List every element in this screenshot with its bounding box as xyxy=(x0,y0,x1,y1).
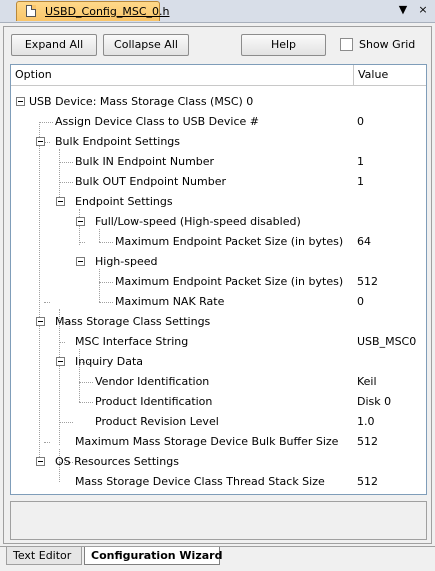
tree-row-thread-stack-size[interactable]: Mass Storage Device Class Thread Stack S… xyxy=(11,472,426,492)
tab-dropdown-icon[interactable]: ▼ xyxy=(396,3,410,16)
description-box xyxy=(10,501,427,540)
option-value[interactable]: 512 xyxy=(357,435,378,448)
option-value[interactable]: USB_MSC0 xyxy=(357,335,416,348)
option-label: Product Revision Level xyxy=(95,415,219,428)
header-file-icon xyxy=(26,5,36,17)
option-value[interactable]: 512 xyxy=(357,275,378,288)
show-grid-label: Show Grid xyxy=(359,38,416,51)
close-icon[interactable]: × xyxy=(416,3,430,16)
option-label: Vendor Identification xyxy=(95,375,210,388)
tree-row-high-speed[interactable]: High-speed xyxy=(11,252,426,272)
option-value[interactable]: 1 xyxy=(357,155,364,168)
tree-row-product-identification[interactable]: Product Identification Disk 0 xyxy=(11,392,426,412)
tree-row-bulk-out-endpoint[interactable]: Bulk OUT Endpoint Number 1 xyxy=(11,172,426,192)
tab-text-editor[interactable]: Text Editor xyxy=(6,547,82,565)
option-value[interactable]: 512 xyxy=(357,475,378,488)
tree-row-mass-storage-class-settings[interactable]: Mass Storage Class Settings xyxy=(11,312,426,332)
option-value[interactable]: Disk 0 xyxy=(357,395,391,408)
option-label: Inquiry Data xyxy=(75,355,144,368)
tree-header: Option Value xyxy=(11,65,426,86)
option-value[interactable]: 0 xyxy=(357,115,364,128)
file-tab[interactable]: USBD_Config_MSC_0.h xyxy=(16,1,169,21)
tree-row-product-revision-level[interactable]: Product Revision Level 1.0 xyxy=(11,412,426,432)
tree-row-endpoint-settings[interactable]: Endpoint Settings xyxy=(11,192,426,212)
options-tree: Option Value USB Device: Mass Storage Cl… xyxy=(10,64,427,495)
tree-row-full-low-speed[interactable]: Full/Low-speed (High-speed disabled) xyxy=(11,212,426,232)
option-label: High-speed xyxy=(95,255,158,268)
option-label: Maximum NAK Rate xyxy=(115,295,225,308)
option-label: Mass Storage Device Class Thread Stack S… xyxy=(75,475,325,488)
option-column-header[interactable]: Option xyxy=(15,68,52,81)
editor-mode-tabs: Text Editor Configuration Wizard xyxy=(0,546,435,571)
option-label: OS Resources Settings xyxy=(55,455,179,468)
option-value[interactable]: 64 xyxy=(357,235,371,248)
option-label: Product Identification xyxy=(95,395,213,408)
option-label: Maximum Endpoint Packet Size (in bytes) xyxy=(115,235,344,248)
tree-row-msc-device[interactable]: USB Device: Mass Storage Class (MSC) 0 xyxy=(11,92,426,112)
option-label: USB Device: Mass Storage Class (MSC) 0 xyxy=(29,95,254,108)
collapse-toggle-icon[interactable] xyxy=(76,257,85,266)
tree-row-msc-interface-string[interactable]: MSC Interface String USB_MSC0 xyxy=(11,332,426,352)
option-label: Endpoint Settings xyxy=(75,195,173,208)
option-label: Full/Low-speed (High-speed disabled) xyxy=(95,215,301,228)
help-button[interactable]: Help xyxy=(241,34,326,56)
collapse-toggle-icon[interactable] xyxy=(36,317,45,326)
option-label: Assign Device Class to USB Device # xyxy=(55,115,259,128)
option-label: Bulk OUT Endpoint Number xyxy=(75,175,227,188)
collapse-toggle-icon[interactable] xyxy=(56,197,65,206)
option-label: Mass Storage Class Settings xyxy=(55,315,211,328)
collapse-toggle-icon[interactable] xyxy=(16,97,25,106)
tree-row-vendor-identification[interactable]: Vendor Identification Keil xyxy=(11,372,426,392)
collapse-toggle-icon[interactable] xyxy=(36,137,45,146)
option-label: Bulk Endpoint Settings xyxy=(55,135,181,148)
configuration-wizard-panel: Expand All Collapse All Help Show Grid O… xyxy=(3,26,432,544)
option-label: Maximum Mass Storage Device Bulk Buffer … xyxy=(75,435,339,448)
tree-row-fs-max-packet-size[interactable]: Maximum Endpoint Packet Size (in bytes) … xyxy=(11,232,426,252)
collapse-toggle-icon[interactable] xyxy=(36,457,45,466)
option-value[interactable]: Keil xyxy=(357,375,377,388)
tree-row-hs-max-packet-size[interactable]: Maximum Endpoint Packet Size (in bytes) … xyxy=(11,272,426,292)
option-value[interactable]: 1.0 xyxy=(357,415,375,428)
option-value[interactable]: 0 xyxy=(357,295,364,308)
option-label: Bulk IN Endpoint Number xyxy=(75,155,215,168)
tab-configuration-wizard[interactable]: Configuration Wizard xyxy=(84,547,222,565)
file-tab-title: USBD_Config_MSC_0.h xyxy=(45,5,170,18)
tree-row-bulk-endpoint-settings[interactable]: Bulk Endpoint Settings xyxy=(11,132,426,152)
tree-row-max-nak-rate[interactable]: Maximum NAK Rate 0 xyxy=(11,292,426,312)
tree-row-assign-device-class[interactable]: Assign Device Class to USB Device # 0 xyxy=(11,112,426,132)
show-grid-checkbox[interactable] xyxy=(340,38,353,51)
collapse-all-button[interactable]: Collapse All xyxy=(103,34,189,56)
option-label: Maximum Endpoint Packet Size (in bytes) xyxy=(115,275,344,288)
option-value[interactable]: 1 xyxy=(357,175,364,188)
option-label: MSC Interface String xyxy=(75,335,189,348)
column-divider[interactable] xyxy=(353,65,354,85)
tree-row-os-resources-settings[interactable]: OS Resources Settings xyxy=(11,452,426,472)
tree-row-inquiry-data[interactable]: Inquiry Data xyxy=(11,352,426,372)
file-tab-bar: USBD_Config_MSC_0.h ▼ × xyxy=(0,0,435,23)
collapse-toggle-icon[interactable] xyxy=(76,217,85,226)
expand-all-button[interactable]: Expand All xyxy=(11,34,97,56)
tree-row-bulk-buffer-size[interactable]: Maximum Mass Storage Device Bulk Buffer … xyxy=(11,432,426,452)
collapse-toggle-icon[interactable] xyxy=(56,357,65,366)
value-column-header[interactable]: Value xyxy=(358,68,388,81)
tree-row-bulk-in-endpoint[interactable]: Bulk IN Endpoint Number 1 xyxy=(11,152,426,172)
